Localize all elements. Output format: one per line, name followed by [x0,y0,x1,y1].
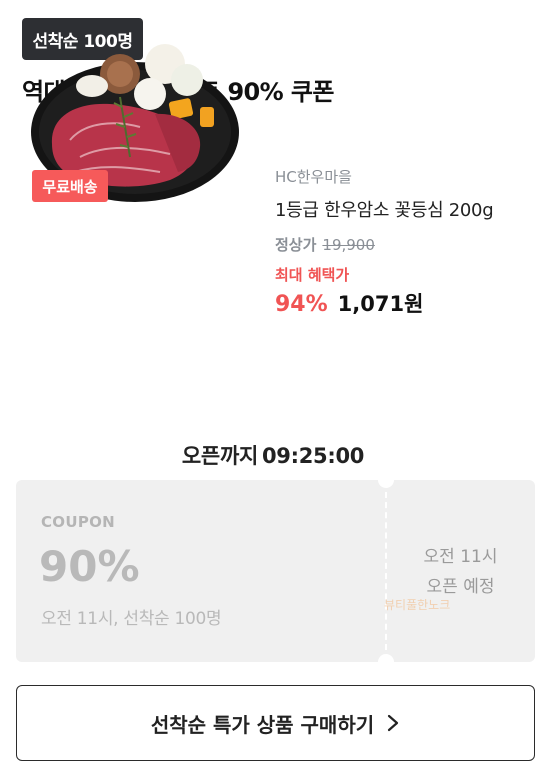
regular-price-label: 정상가 [275,236,317,254]
coupon-notch-top [378,472,394,488]
cta-label: 선착순 특가 상품 구매하기 [150,712,375,737]
watermark: 뷰티풀한노크 [384,598,451,612]
open-time-line1: 오전 11시 [423,547,498,567]
coupon-label: COUPON [41,513,116,531]
coupon-main-panel: COUPON 90% 오전 11시, 선착순 100명 [16,480,386,662]
discount-percent: 94% [275,292,328,317]
coupon-open-schedule: 오전 11시 오픈 예정 [386,542,535,602]
countdown-time: 09:25:00 [262,444,365,468]
sale-price-row: 94% 1,071원 [275,288,423,318]
buy-special-product-button[interactable]: 선착순 특가 상품 구매하기 [16,685,535,761]
coupon-card: COUPON 90% 오전 11시, 선착순 100명 오전 11시 오픈 예정 [16,472,535,670]
chevron-right-icon [386,713,400,733]
coupon-open-panel: 오전 11시 오픈 예정 [386,480,535,662]
coupon-description: 오전 11시, 선착순 100명 [41,609,222,629]
coupon-divider [385,492,387,650]
product-name[interactable]: 1등급 한우암소 꽃등심 200g [275,196,494,222]
max-benefit-label: 최대 혜택가 [275,266,350,284]
regular-price-row: 정상가 19,900 [275,234,375,255]
coupon-percent: 90% [39,542,140,591]
sale-price: 1,071원 [337,292,424,316]
countdown-label: 오픈까지 [181,444,258,468]
coupon-notch-bottom [378,654,394,670]
regular-price: 19,900 [322,236,375,254]
product-brand: HC한우마을 [275,168,352,186]
countdown-timer: 오픈까지 09:25:00 [0,440,546,470]
free-shipping-badge: 무료배송 [32,170,108,202]
